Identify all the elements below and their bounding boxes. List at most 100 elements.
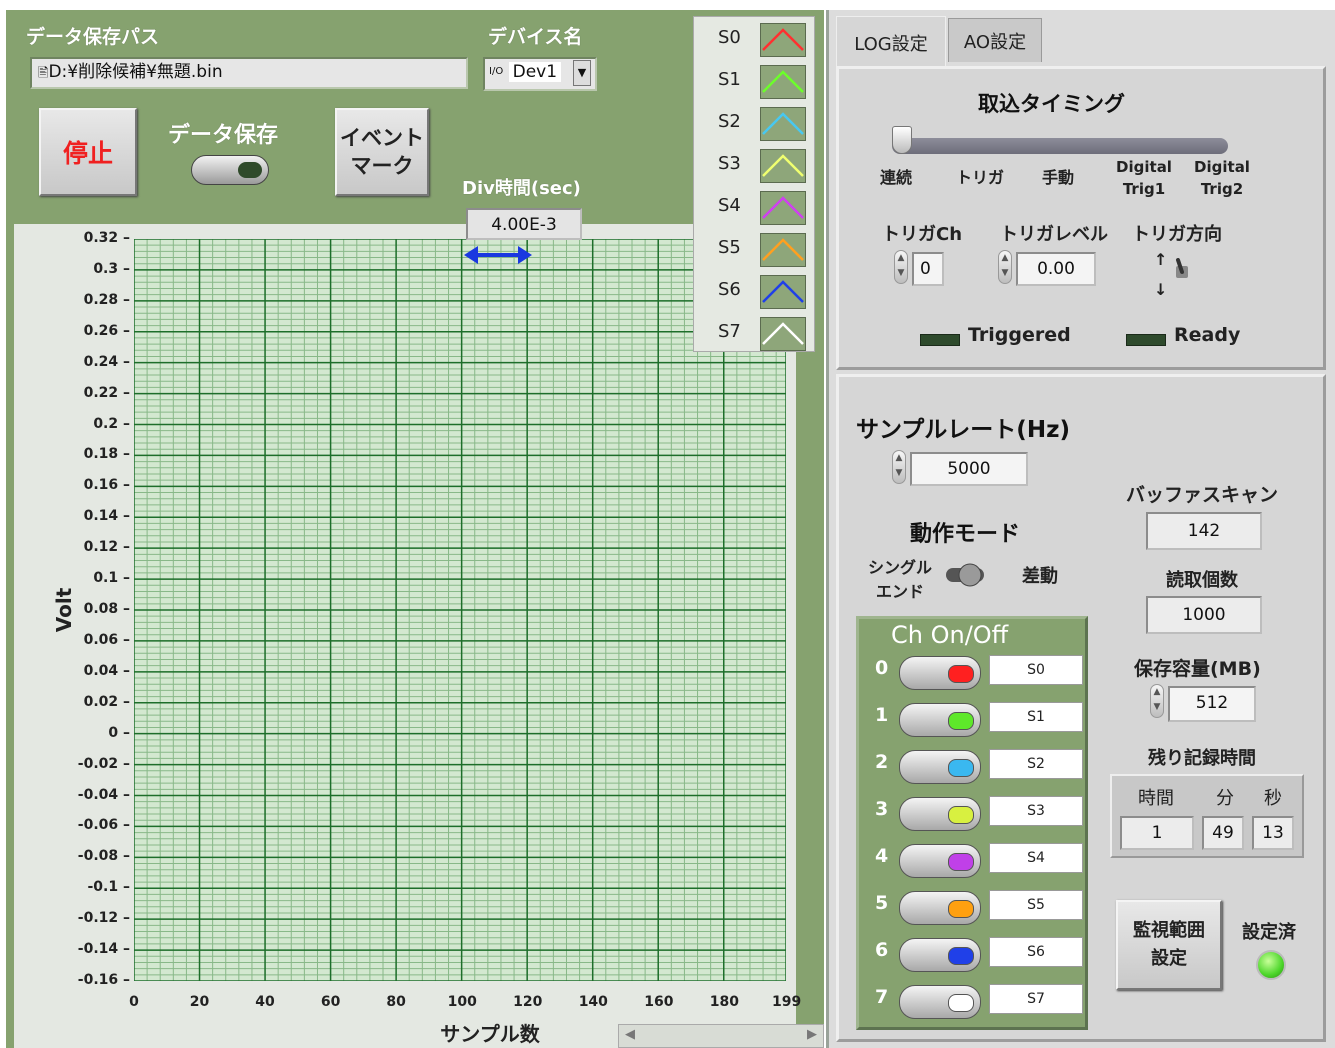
ready-led <box>1126 334 1166 346</box>
channel-name-field[interactable]: S6 <box>989 937 1083 967</box>
y-tick-label: 0.2 – <box>93 415 130 432</box>
capacity-spinner[interactable]: ▲ ▼ <box>1150 684 1164 718</box>
configured-label: 設定済 <box>1242 922 1296 943</box>
trigger-direction-toggle[interactable] <box>1172 258 1192 280</box>
legend-swatch-icon <box>760 233 806 267</box>
channel-toggle-6[interactable] <box>899 938 981 972</box>
configured-led <box>1256 950 1286 980</box>
chevron-down-icon[interactable]: ▼ <box>573 60 591 86</box>
channel-row-4: 4 S4 <box>869 839 1085 879</box>
triggered-label: Triggered <box>968 324 1071 346</box>
channel-indicator <box>948 759 974 777</box>
plot-area[interactable] <box>134 239 786 981</box>
trigger-level-spinner[interactable]: ▲ ▼ <box>998 250 1012 284</box>
div-time-field[interactable]: 4.00E-3 <box>466 208 582 240</box>
channel-row-0: 0 S0 <box>869 651 1085 691</box>
event-mark-label-1: イベント <box>340 126 424 150</box>
double-arrow-icon[interactable] <box>464 244 532 266</box>
timing-option-0: 連続 <box>880 168 913 187</box>
channel-toggle-7[interactable] <box>899 985 981 1019</box>
channel-toggle-0[interactable] <box>899 656 981 690</box>
y-tick-label: 0.26 – <box>83 322 130 339</box>
remaining-minutes-value: 49 <box>1202 816 1244 850</box>
timing-slider-thumb[interactable] <box>892 126 912 154</box>
channel-toggle-4[interactable] <box>899 844 981 878</box>
y-tick-label: 0.02 – <box>83 693 130 710</box>
channel-name-field[interactable]: S2 <box>989 749 1083 779</box>
remaining-seconds-label: 秒 <box>1264 788 1282 809</box>
channel-toggle-5[interactable] <box>899 891 981 925</box>
legend-item-s2[interactable]: S2 <box>694 103 816 143</box>
channel-name-field[interactable]: S0 <box>989 655 1083 685</box>
legend-item-s0[interactable]: S0 <box>694 19 816 59</box>
sample-rate-value[interactable]: 5000 <box>910 452 1028 486</box>
trigger-ch-spinner[interactable]: ▲ ▼ <box>894 250 908 284</box>
buffer-scan-value: 142 <box>1146 512 1262 550</box>
triggered-led <box>920 334 960 346</box>
y-tick-label: 0.06 – <box>83 631 130 648</box>
scroll-right-icon[interactable]: ▶ <box>807 1027 817 1042</box>
channel-name-field[interactable]: S1 <box>989 702 1083 732</box>
channel-number: 7 <box>875 986 889 1008</box>
channel-indicator <box>948 712 974 730</box>
legend-swatch-icon <box>760 317 806 351</box>
capacity-label: 保存容量(MB) <box>1134 658 1261 680</box>
plot-legend[interactable]: S0 S1 S2 S3 S4 S5 S6 S7 <box>693 16 815 352</box>
timing-slider-track[interactable] <box>892 138 1228 154</box>
trigger-level-value[interactable]: 0.00 <box>1016 252 1096 286</box>
sample-rate-spinner[interactable]: ▲ ▼ <box>892 450 906 484</box>
x-tick-label: 140 <box>578 994 608 1010</box>
remaining-minutes-label: 分 <box>1216 788 1234 809</box>
legend-label: S6 <box>718 279 741 300</box>
y-ticks: 0.32 – 0.3 – 0.28 – 0.26 – 0.24 – 0.22 – 0.2 –… <box>40 0 130 1048</box>
trigger-ch-value[interactable]: 0 <box>912 252 944 286</box>
legend-label: S4 <box>718 195 741 216</box>
capacity-value[interactable]: 512 <box>1168 686 1256 722</box>
channel-name-field[interactable]: S5 <box>989 890 1083 920</box>
legend-item-s6[interactable]: S6 <box>694 271 816 311</box>
read-count-value: 1000 <box>1146 596 1262 634</box>
legend-item-s3[interactable]: S3 <box>694 145 816 185</box>
y-tick-label: 0.28 – <box>83 291 130 308</box>
legend-label: S1 <box>718 69 741 90</box>
channel-name-field[interactable]: S3 <box>989 796 1083 826</box>
channel-row-7: 7 S7 <box>869 980 1085 1020</box>
channel-row-3: 3 S3 <box>869 792 1085 832</box>
y-tick-label: 0.16 – <box>83 477 130 494</box>
y-tick-label: -0.12 – <box>77 910 130 927</box>
legend-swatch-icon <box>760 149 806 183</box>
channel-panel-title: Ch On/Off <box>891 621 1009 649</box>
legend-item-s7[interactable]: S7 <box>694 313 816 353</box>
save-toggle[interactable] <box>191 155 269 185</box>
channel-indicator <box>948 900 974 918</box>
scroll-left-icon[interactable]: ◀ <box>625 1027 635 1042</box>
channel-toggle-2[interactable] <box>899 750 981 784</box>
legend-label: S2 <box>718 111 741 132</box>
timing-title: 取込タイミング <box>978 92 1125 116</box>
tab-log-settings[interactable]: LOG設定 <box>836 16 946 68</box>
legend-label: S7 <box>718 321 741 342</box>
mode-toggle[interactable] <box>944 562 986 592</box>
event-mark-button[interactable]: イベント マーク <box>335 108 429 196</box>
legend-swatch-icon <box>760 275 806 309</box>
mode-differential: 差動 <box>1022 566 1058 587</box>
trigger-ch-label: トリガCh <box>882 224 963 245</box>
channel-number: 4 <box>875 845 889 867</box>
channel-name-field[interactable]: S7 <box>989 984 1083 1014</box>
x-tick-label: 20 <box>189 994 210 1010</box>
monitor-range-button[interactable]: 監視範囲 設定 <box>1116 900 1222 990</box>
digital-trig2-line2: Trig2 <box>1200 180 1244 198</box>
channel-toggle-3[interactable] <box>899 797 981 831</box>
tab-ao-settings[interactable]: AO設定 <box>948 18 1042 62</box>
y-tick-label: -0.08 – <box>77 848 130 865</box>
channel-toggle-1[interactable] <box>899 703 981 737</box>
channel-number: 5 <box>875 892 889 914</box>
legend-item-s5[interactable]: S5 <box>694 229 816 269</box>
horizontal-scrollbar[interactable]: ◀ ▶ <box>618 1024 824 1048</box>
device-select[interactable]: I/O Dev1 ▼ <box>483 57 597 91</box>
sample-rate-label: サンプルレート(Hz) <box>856 417 1070 443</box>
legend-item-s4[interactable]: S4 <box>694 187 816 227</box>
ready-label: Ready <box>1174 324 1241 346</box>
legend-item-s1[interactable]: S1 <box>694 61 816 101</box>
channel-name-field[interactable]: S4 <box>989 843 1083 873</box>
